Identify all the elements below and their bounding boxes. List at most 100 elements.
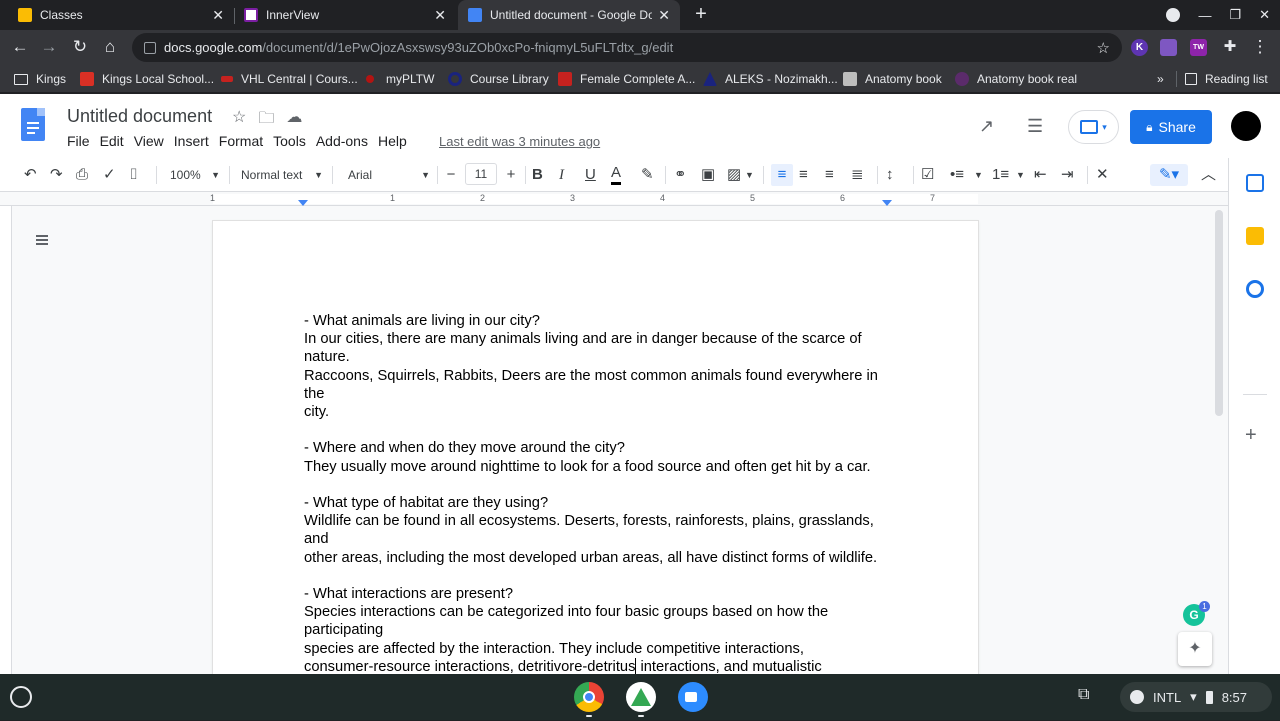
address-bar[interactable]: docs.google.com/document/d/1ePwOjozAsxsw… — [132, 33, 1122, 62]
numbered-list-icon[interactable]: 1≡ — [992, 164, 1009, 186]
paragraph-style-select[interactable]: Normal text ▼ — [235, 164, 325, 186]
menu-view[interactable]: View — [134, 133, 170, 149]
font-size-input[interactable]: 11 — [465, 163, 497, 185]
font-family-select[interactable]: Arial ▼ — [340, 164, 432, 186]
document-outline-icon[interactable] — [32, 235, 48, 249]
bookmark-kings-local-school[interactable]: Kings Local School... — [80, 65, 214, 93]
spellcheck-icon[interactable]: ✓ — [103, 164, 116, 186]
bookmark-anatomy-book[interactable]: Anatomy book — [843, 65, 942, 93]
chrome-icon[interactable] — [574, 682, 604, 712]
overview-icon[interactable]: ⧉ — [1078, 686, 1102, 708]
line-spacing-icon[interactable]: ↕ — [886, 164, 894, 186]
highlight-color-icon[interactable]: ✎ — [641, 164, 654, 186]
tab-classes[interactable]: Classes ✕ — [8, 0, 234, 30]
minimize-icon[interactable]: — — [1198, 8, 1211, 23]
docs-logo-icon[interactable] — [21, 108, 45, 141]
bookmark-anatomy-book-real[interactable]: Anatomy book real — [955, 65, 1077, 93]
back-icon[interactable]: ← — [8, 35, 32, 59]
justify-button[interactable]: ≣ — [851, 164, 864, 186]
insert-image-icon[interactable]: ▨ — [727, 164, 741, 186]
new-tab-button[interactable]: + — [690, 3, 712, 27]
star-icon[interactable]: ☆ — [232, 107, 246, 134]
move-folder-icon[interactable]: 🗀 — [258, 107, 274, 134]
document-page[interactable]: - What animals are living in our city? I… — [213, 221, 978, 693]
collapse-menus-icon[interactable]: ︿ — [1201, 164, 1216, 186]
activity-trend-icon[interactable]: ↗ — [979, 116, 994, 137]
reload-icon[interactable]: ↻ — [68, 35, 92, 59]
comment-history-icon[interactable]: ☰ — [1027, 116, 1043, 137]
bookmark-female-complete[interactable]: Female Complete A... — [558, 65, 695, 93]
tab-google-docs[interactable]: Untitled document - Google Docs ✕ — [458, 0, 680, 30]
avatar[interactable] — [1231, 111, 1261, 141]
extension-k-icon[interactable]: K — [1131, 39, 1148, 56]
more-menu-icon[interactable]: ⋮ — [1248, 35, 1272, 59]
tab-innerview[interactable]: InnerView ✕ — [234, 0, 456, 30]
add-comment-icon[interactable]: ▣ — [701, 164, 715, 186]
align-left-button[interactable]: ≡ — [771, 164, 793, 186]
launcher-icon[interactable] — [10, 686, 32, 708]
clear-formatting-icon[interactable]: ✕ — [1096, 164, 1109, 186]
zoom-app-icon[interactable] — [678, 682, 708, 712]
last-edit-link[interactable]: Last edit was 3 minutes ago — [439, 134, 600, 149]
tasks-icon[interactable] — [1246, 280, 1264, 298]
menu-add-ons[interactable]: Add-ons — [316, 133, 374, 149]
bold-button[interactable]: B — [532, 164, 543, 186]
menu-insert[interactable]: Insert — [174, 133, 215, 149]
keep-icon[interactable] — [1246, 227, 1264, 245]
profile-menu-icon[interactable] — [1166, 8, 1181, 22]
home-icon[interactable]: ⌂ — [98, 35, 122, 59]
bookmark-vhl-central[interactable]: VHL Central | Cours... — [221, 65, 358, 93]
text-color-button[interactable]: A — [611, 164, 622, 185]
bookmark-aleks[interactable]: ALEKS - Nozimakh... — [703, 65, 838, 93]
document-scrollbar[interactable] — [1215, 210, 1223, 416]
share-button[interactable]: 🔒︎ Share — [1130, 110, 1212, 144]
bookmarks-overflow-button[interactable]: » — [1157, 65, 1164, 93]
chevron-down-icon[interactable]: ▼ — [745, 164, 754, 186]
increase-font-size-button[interactable]: + — [504, 164, 518, 186]
bulleted-list-icon[interactable]: •≡ — [950, 164, 964, 186]
left-indent-marker[interactable] — [298, 200, 308, 206]
increase-indent-icon[interactable]: ⇥ — [1061, 164, 1074, 186]
chevron-down-icon[interactable]: ▼ — [974, 164, 983, 186]
editing-mode-button[interactable]: ✎▾ — [1150, 164, 1188, 186]
decrease-indent-icon[interactable]: ⇤ — [1034, 164, 1047, 186]
close-icon[interactable]: ✕ — [212, 7, 224, 24]
add-addon-icon[interactable]: + — [1245, 424, 1257, 447]
bookmark-kings[interactable]: Kings — [14, 65, 66, 93]
right-indent-marker[interactable] — [882, 200, 892, 206]
extensions-puzzle-icon[interactable]: ✚ — [1218, 35, 1242, 59]
checklist-icon[interactable]: ☑ — [921, 164, 934, 186]
extension-tw-icon[interactable]: TW — [1190, 39, 1207, 56]
close-window-icon[interactable]: ✕ — [1259, 7, 1270, 23]
menu-help[interactable]: Help — [378, 133, 413, 149]
decrease-font-size-button[interactable]: − — [444, 164, 458, 186]
italic-button[interactable]: I — [559, 164, 564, 186]
forward-icon[interactable]: → — [37, 35, 61, 59]
present-button[interactable]: ▾ — [1068, 110, 1119, 144]
site-info-icon[interactable] — [144, 41, 156, 54]
undo-icon[interactable]: ↶ — [24, 164, 37, 186]
menu-edit[interactable]: Edit — [100, 133, 130, 149]
document-title[interactable]: Untitled document — [67, 106, 212, 127]
bookmark-mypltw[interactable]: myPLTW — [366, 65, 434, 93]
close-icon[interactable]: ✕ — [434, 7, 446, 24]
restore-icon[interactable]: ❐ — [1229, 7, 1241, 23]
align-right-button[interactable]: ≡ — [825, 164, 834, 186]
underline-button[interactable]: U — [585, 164, 596, 186]
redo-icon[interactable]: ↷ — [50, 164, 63, 186]
menu-file[interactable]: File — [67, 133, 96, 149]
extension-purple-icon[interactable] — [1160, 39, 1177, 56]
bookmark-course-library[interactable]: Course Library — [448, 65, 549, 93]
zoom-select[interactable]: 100% ▼ — [164, 164, 222, 186]
bookmark-star-icon[interactable]: ☆ — [1097, 39, 1110, 57]
print-icon[interactable]: ⎙ — [76, 164, 88, 186]
document-body[interactable]: - What animals are living in our city? I… — [304, 312, 884, 694]
menu-format[interactable]: Format — [219, 133, 269, 149]
close-icon[interactable]: ✕ — [658, 7, 670, 24]
reading-list-button[interactable]: Reading list — [1176, 71, 1268, 87]
chevron-down-icon[interactable]: ▼ — [1016, 164, 1025, 186]
calendar-icon[interactable] — [1246, 174, 1264, 192]
paint-format-icon[interactable]: ⌷ — [129, 164, 138, 186]
status-tray[interactable]: INTL ▾ 8:57 — [1120, 682, 1272, 712]
insert-link-icon[interactable]: ⚭ — [674, 164, 687, 186]
